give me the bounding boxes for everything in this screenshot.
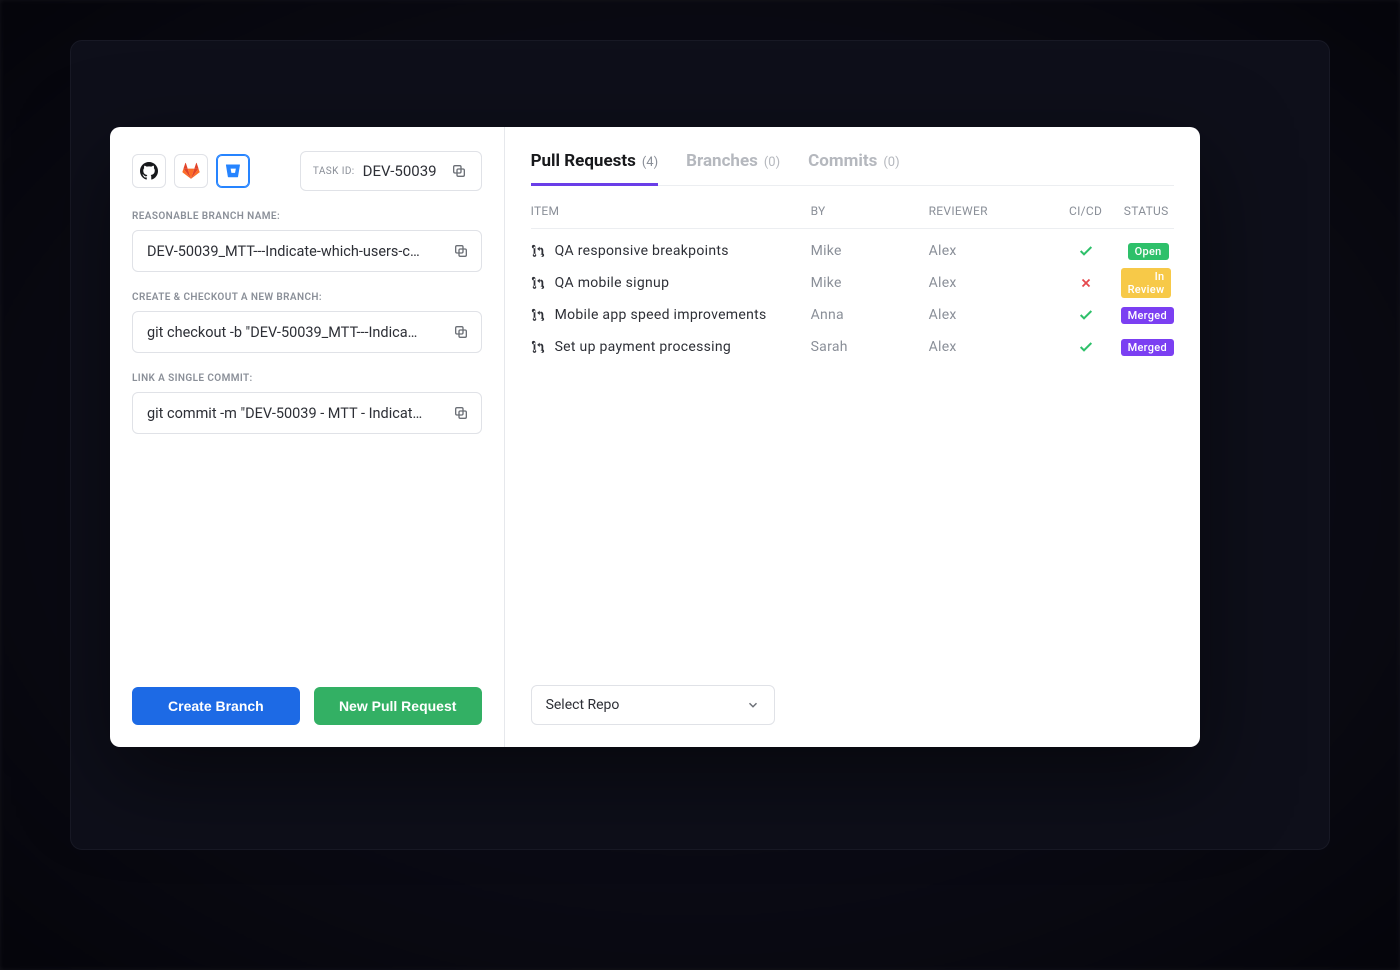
chevron-down-icon (746, 698, 760, 712)
tabs: Pull Requests (4) Branches (0) Commits (… (531, 151, 1174, 186)
pr-reviewer: Alex (929, 243, 1051, 259)
task-id-label: TASK ID: (313, 166, 355, 177)
branch-name-field[interactable]: DEV-50039_MTT---Indicate-which-users-c… (132, 230, 482, 272)
github-icon (140, 162, 158, 180)
pr-author: Mike (811, 275, 929, 291)
git-modal: TASK ID: DEV-50039 REASONABLE BRANCH NAM… (110, 127, 1200, 747)
create-branch-button[interactable]: Create Branch (132, 687, 300, 725)
ci-status-icon (1051, 307, 1121, 323)
status-badge: Merged (1121, 307, 1174, 324)
new-pull-request-button[interactable]: New Pull Request (314, 687, 482, 725)
branch-name-value: DEV-50039_MTT---Indicate-which-users-c… (147, 243, 447, 260)
copy-icon (453, 324, 469, 340)
pr-reviewer: Alex (929, 339, 1051, 355)
pull-request-icon (531, 276, 545, 290)
table-header: ITEM BY REVIEWER CI/CD STATUS (531, 186, 1174, 229)
pull-request-icon (531, 244, 545, 258)
table-row[interactable]: QA mobile signup MikeAlex In Review (531, 267, 1174, 299)
copy-task-id-button[interactable] (445, 157, 473, 185)
status-badge: Open (1128, 243, 1169, 260)
right-pane: Pull Requests (4) Branches (0) Commits (… (505, 127, 1200, 747)
checkout-value: git checkout -b "DEV-50039_MTT---Indica… (147, 324, 447, 341)
tab-count: (4) (642, 155, 658, 170)
gitlab-provider-button[interactable] (174, 154, 208, 188)
tab-label: Pull Requests (531, 151, 636, 171)
tab-commits[interactable]: Commits (0) (808, 151, 899, 186)
pr-reviewer: Alex (929, 275, 1051, 291)
task-id-value: DEV-50039 (363, 162, 437, 180)
table-row[interactable]: QA responsive breakpoints MikeAlex Open (531, 235, 1174, 267)
select-repo-label: Select Repo (546, 697, 620, 713)
gitlab-icon (182, 162, 200, 180)
commit-label: LINK A SINGLE COMMIT: (132, 373, 482, 384)
task-id-chip: TASK ID: DEV-50039 (300, 151, 482, 191)
bitbucket-icon (225, 163, 241, 179)
left-pane: TASK ID: DEV-50039 REASONABLE BRANCH NAM… (110, 127, 505, 747)
status-badge: In Review (1121, 268, 1172, 298)
commit-field[interactable]: git commit -m "DEV-50039 - MTT - Indicat… (132, 392, 482, 434)
ci-status-icon (1051, 339, 1121, 355)
copy-icon (453, 243, 469, 259)
header-item: ITEM (531, 204, 811, 218)
github-provider-button[interactable] (132, 154, 166, 188)
commit-value: git commit -m "DEV-50039 - MTT - Indicat… (147, 405, 447, 422)
copy-checkout-button[interactable] (447, 318, 475, 346)
header-cicd: CI/CD (1051, 204, 1121, 218)
branch-name-label: REASONABLE BRANCH NAME: (132, 211, 482, 222)
tab-label: Commits (808, 151, 877, 171)
pr-author: Mike (811, 243, 929, 259)
copy-icon (453, 405, 469, 421)
pr-author: Anna (811, 307, 929, 323)
table-row[interactable]: Set up payment processing SarahAlex Merged (531, 331, 1174, 363)
pr-title: Set up payment processing (555, 339, 731, 355)
pull-request-icon (531, 340, 545, 354)
tab-pull-requests[interactable]: Pull Requests (4) (531, 151, 659, 186)
checkout-label: CREATE & CHECKOUT A NEW BRANCH: (132, 292, 482, 303)
pr-title: Mobile app speed improvements (555, 307, 767, 323)
copy-branch-name-button[interactable] (447, 237, 475, 265)
pull-request-icon (531, 308, 545, 322)
copy-commit-button[interactable] (447, 399, 475, 427)
table-row[interactable]: Mobile app speed improvements AnnaAlex Mer… (531, 299, 1174, 331)
pr-title: QA mobile signup (555, 275, 670, 291)
tab-label: Branches (686, 151, 758, 171)
header-status: STATUS (1121, 204, 1169, 218)
tab-count: (0) (764, 155, 780, 170)
pr-reviewer: Alex (929, 307, 1051, 323)
header-by: BY (811, 204, 929, 218)
pr-title: QA responsive breakpoints (555, 243, 729, 259)
pr-rows: QA responsive breakpointsMikeAlexOpenQA … (531, 229, 1174, 363)
ci-status-icon (1051, 276, 1121, 290)
bitbucket-provider-button[interactable] (216, 154, 250, 188)
copy-icon (451, 163, 467, 179)
status-badge: Merged (1121, 339, 1174, 356)
header-reviewer: REVIEWER (929, 204, 1051, 218)
pr-author: Sarah (811, 339, 929, 355)
tab-branches[interactable]: Branches (0) (686, 151, 780, 186)
ci-status-icon (1051, 243, 1121, 259)
provider-icons (132, 154, 250, 188)
checkout-field[interactable]: git checkout -b "DEV-50039_MTT---Indica… (132, 311, 482, 353)
tab-count: (0) (883, 155, 899, 170)
select-repo-dropdown[interactable]: Select Repo (531, 685, 775, 725)
